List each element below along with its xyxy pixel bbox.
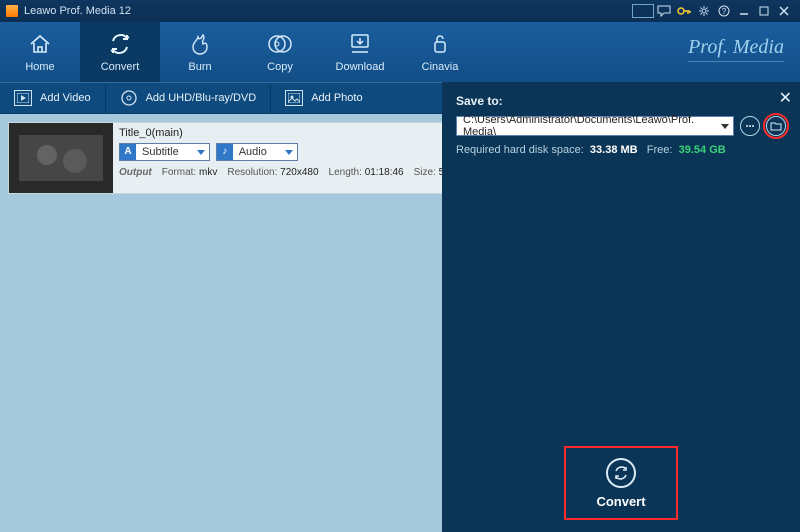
add-disc-button[interactable]: Add UHD/Blu-ray/DVD bbox=[106, 83, 272, 113]
convert-icon bbox=[107, 31, 133, 57]
key-icon[interactable] bbox=[674, 3, 694, 19]
save-path-value: C:\Users\Administrator\Documents\Leawo\P… bbox=[463, 114, 721, 138]
app-logo-icon bbox=[6, 5, 18, 17]
burn-icon bbox=[187, 31, 213, 57]
brand-label: Prof. Media bbox=[688, 36, 784, 62]
subtitle-tag-icon: A bbox=[120, 144, 136, 160]
length-value: 01:18:46 bbox=[365, 167, 404, 178]
output-label: Output bbox=[119, 167, 152, 178]
length-label: Length: bbox=[329, 167, 362, 178]
action-label: Add Video bbox=[40, 92, 91, 104]
tab-label: Convert bbox=[101, 61, 140, 73]
free-value: 39.54 GB bbox=[679, 144, 726, 156]
convert-panel: ✕ Save to: C:\Users\Administrator\Docume… bbox=[442, 82, 800, 532]
format-value: mkv bbox=[199, 167, 217, 178]
tab-label: Cinavia bbox=[422, 61, 459, 73]
size-label: Size: bbox=[414, 167, 436, 178]
tab-download[interactable]: Download bbox=[320, 22, 400, 82]
photo-icon bbox=[285, 90, 303, 106]
svg-text:?: ? bbox=[722, 7, 727, 16]
audio-select[interactable]: ♪ Audio bbox=[216, 143, 298, 161]
resolution-value: 720x480 bbox=[280, 167, 318, 178]
disc-icon bbox=[120, 90, 138, 106]
cinavia-icon bbox=[427, 31, 453, 57]
close-panel-icon[interactable]: ✕ bbox=[779, 88, 792, 108]
download-icon bbox=[347, 31, 373, 57]
convert-label: Convert bbox=[596, 494, 645, 509]
maximize-icon[interactable] bbox=[754, 3, 774, 19]
close-icon[interactable] bbox=[774, 3, 794, 19]
resolution-label: Resolution: bbox=[227, 167, 277, 178]
tab-cinavia[interactable]: Cinavia bbox=[400, 22, 480, 82]
tab-label: Burn bbox=[188, 61, 211, 73]
browse-folder-button[interactable] bbox=[766, 116, 786, 136]
apps-grid-icon[interactable] bbox=[632, 4, 654, 18]
free-label: Free: bbox=[647, 144, 673, 156]
subtitle-value: Subtitle bbox=[142, 146, 179, 158]
help-icon[interactable]: ? bbox=[714, 3, 734, 19]
copy-icon bbox=[267, 31, 293, 57]
minimize-icon[interactable] bbox=[734, 3, 754, 19]
format-label: Format: bbox=[162, 167, 196, 178]
chevron-down-icon bbox=[197, 150, 205, 155]
save-path-select[interactable]: C:\Users\Administrator\Documents\Leawo\P… bbox=[456, 116, 734, 136]
home-icon bbox=[27, 31, 53, 57]
tab-label: Home bbox=[25, 61, 54, 73]
disk-space-info: Required hard disk space: 33.38 MB Free:… bbox=[456, 144, 786, 156]
audio-value: Audio bbox=[239, 146, 267, 158]
message-icon[interactable] bbox=[654, 3, 674, 19]
media-thumbnail bbox=[9, 123, 113, 193]
save-to-label: Save to: bbox=[456, 94, 786, 108]
convert-ring-icon bbox=[606, 458, 636, 488]
subtitle-select[interactable]: A Subtitle bbox=[119, 143, 210, 161]
tab-convert[interactable]: Convert bbox=[80, 22, 160, 82]
action-label: Add UHD/Blu-ray/DVD bbox=[146, 92, 257, 104]
tab-label: Download bbox=[336, 61, 385, 73]
chevron-down-icon bbox=[285, 150, 293, 155]
add-photo-button[interactable]: Add Photo bbox=[271, 83, 376, 113]
video-icon bbox=[14, 90, 32, 106]
add-video-button[interactable]: Add Video bbox=[0, 83, 106, 113]
convert-button[interactable]: Convert bbox=[566, 448, 676, 518]
more-options-button[interactable] bbox=[740, 116, 760, 136]
tab-burn[interactable]: Burn bbox=[160, 22, 240, 82]
main-tabs: Home Convert Burn Copy Download Cinavia … bbox=[0, 22, 800, 82]
chevron-down-icon bbox=[721, 124, 729, 129]
tab-label: Copy bbox=[267, 61, 293, 73]
required-label: Required hard disk space: bbox=[456, 144, 584, 156]
gear-icon[interactable] bbox=[694, 3, 714, 19]
tab-home[interactable]: Home bbox=[0, 22, 80, 82]
audio-tag-icon: ♪ bbox=[217, 144, 233, 160]
app-title: Leawo Prof. Media 12 bbox=[24, 5, 131, 17]
required-value: 33.38 MB bbox=[590, 144, 638, 156]
titlebar: Leawo Prof. Media 12 ? bbox=[0, 0, 800, 22]
action-label: Add Photo bbox=[311, 92, 362, 104]
tab-copy[interactable]: Copy bbox=[240, 22, 320, 82]
